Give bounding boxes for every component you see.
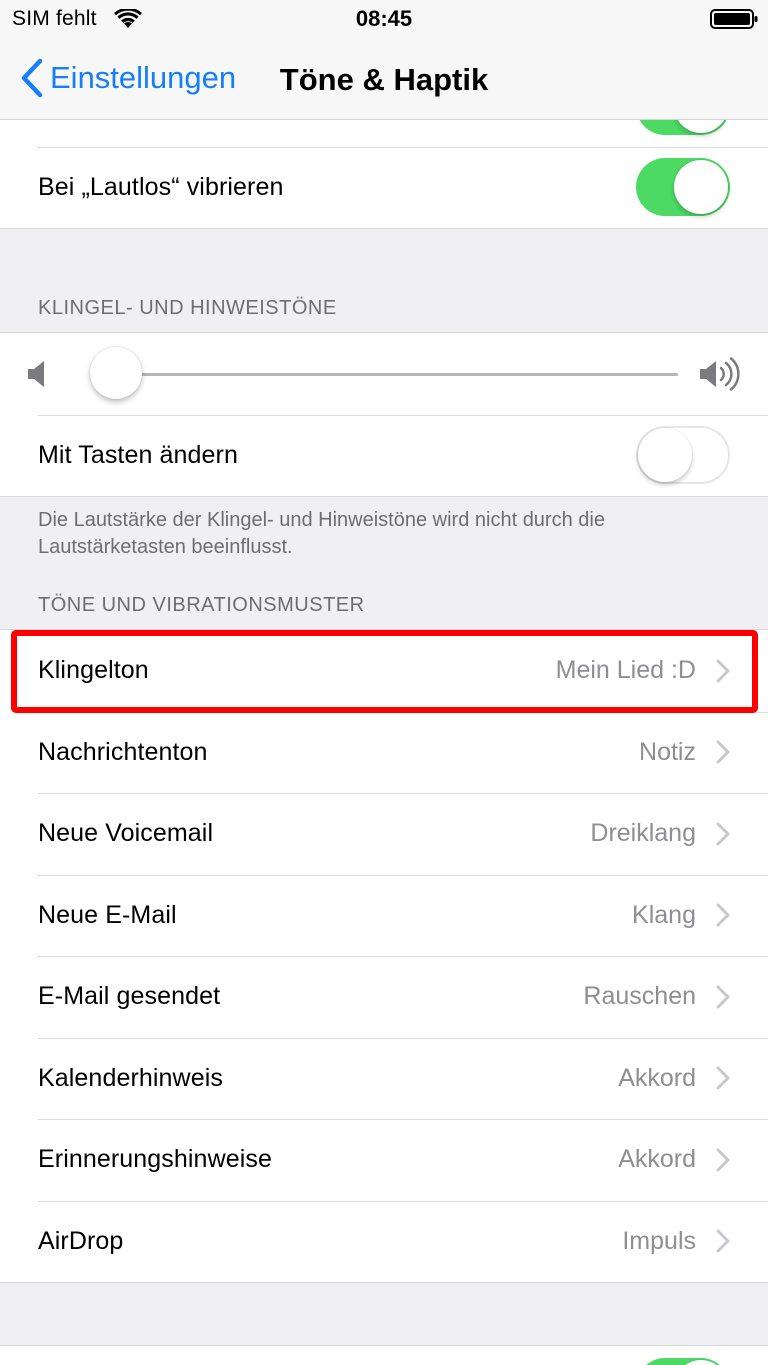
new-voicemail-row[interactable]: Neue Voicemail Dreiklang — [0, 793, 768, 875]
chevron-right-icon — [716, 740, 730, 764]
volume-slider[interactable] — [112, 373, 678, 376]
settings-screen: SIM fehlt 08:45 Einstellungen Töne & Hap… — [0, 0, 768, 1365]
speaker-low-icon — [28, 361, 44, 387]
volume-slider-thumb[interactable] — [90, 347, 142, 399]
text-tone-label: Nachrichtenton — [38, 737, 208, 766]
reminder-alerts-value: Akkord — [618, 1145, 696, 1174]
calendar-alerts-row[interactable]: Kalenderhinweis Akkord — [0, 1037, 768, 1120]
chevron-right-icon — [716, 659, 730, 683]
airdrop-value: Impuls — [622, 1226, 696, 1255]
calendar-alerts-value: Akkord — [618, 1063, 696, 1092]
calendar-alerts-label: Kalenderhinweis — [38, 1063, 223, 1092]
bottom-row-toggle[interactable] — [636, 1358, 730, 1365]
vibrate-silent-toggle[interactable] — [636, 158, 730, 217]
chevron-right-icon — [716, 903, 730, 927]
text-tone-value: Notiz — [639, 737, 696, 766]
ringtone-label: Klingelton — [38, 656, 149, 685]
change-with-buttons-label: Mit Tasten ändern — [38, 440, 238, 469]
chevron-right-icon — [716, 1229, 730, 1253]
sent-mail-label: E-Mail gesendet — [38, 982, 221, 1011]
ringer-section-header: KLINGEL- UND HINWEISTÖNE — [38, 297, 337, 319]
reminder-alerts-row[interactable]: Erinnerungshinweise Akkord — [0, 1119, 768, 1201]
ringer-group: Mit Tasten ändern — [0, 332, 768, 497]
new-voicemail-value: Dreiklang — [590, 819, 696, 848]
vibrate-silent-row: Bei „Lautlos“ vibrieren — [0, 146, 768, 229]
tones-section-header: TÖNE UND VIBRATIONSMUSTER — [38, 594, 365, 616]
page-title: Töne & Haptik — [279, 62, 489, 97]
ringer-section-footer: Die Lautstärke der Klingel- und Hinweist… — [38, 509, 605, 558]
ringtone-row[interactable]: Klingelton Mein Lied :D — [0, 630, 768, 712]
sent-mail-row[interactable]: E-Mail gesendet Rauschen — [0, 956, 768, 1038]
bottom-group — [0, 1345, 768, 1365]
battery-icon — [710, 9, 758, 29]
text-tone-row[interactable]: Nachrichtenton Notiz — [0, 711, 768, 794]
ringtone-value: Mein Lied :D — [555, 656, 696, 685]
chevron-right-icon — [716, 822, 730, 846]
bottom-partial-row — [0, 1346, 768, 1365]
navigation-bar: Einstellungen Töne & Haptik — [0, 40, 768, 120]
speaker-high-icon — [700, 357, 740, 391]
airdrop-label: AirDrop — [38, 1226, 124, 1255]
chevron-right-icon — [716, 1148, 730, 1172]
status-bar: SIM fehlt 08:45 — [0, 0, 768, 40]
new-mail-value: Klang — [632, 900, 696, 929]
change-with-buttons-toggle[interactable] — [636, 426, 730, 485]
volume-slider-row — [0, 333, 768, 415]
new-mail-row[interactable]: Neue E-Mail Klang — [0, 874, 768, 957]
sent-mail-value: Rauschen — [583, 982, 696, 1011]
tones-group: Klingelton Mein Lied :D Nachrichtenton N… — [0, 629, 768, 1283]
chevron-right-icon — [716, 1066, 730, 1090]
vibrate-silent-label: Bei „Lautlos“ vibrieren — [38, 172, 284, 201]
new-voicemail-label: Neue Voicemail — [38, 819, 214, 848]
chevron-right-icon — [716, 985, 730, 1009]
airdrop-row[interactable]: AirDrop Impuls — [0, 1200, 768, 1283]
reminder-alerts-label: Erinnerungshinweise — [38, 1145, 272, 1174]
clock: 08:45 — [355, 6, 413, 31]
new-mail-label: Neue E-Mail — [38, 900, 177, 929]
change-with-buttons-row: Mit Tasten ändern — [0, 414, 768, 497]
